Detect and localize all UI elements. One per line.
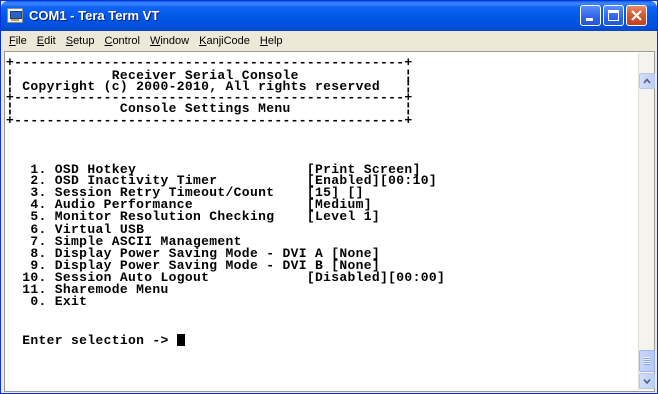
- menu-control[interactable]: Control: [99, 35, 144, 47]
- menu-setup[interactable]: Setup: [61, 35, 100, 47]
- menu-accelerator: E: [36, 35, 45, 47]
- terminal-cursor: [176, 334, 185, 346]
- chevron-up-icon: [643, 78, 651, 84]
- window-title: COM1 - Tera Term VT: [29, 8, 160, 23]
- menu-help[interactable]: Help: [255, 35, 288, 47]
- title-bar[interactable]: COM1 - Tera Term VT: [1, 1, 657, 31]
- terminal-screen[interactable]: +---------------------------------------…: [6, 53, 637, 390]
- tera-term-icon[interactable]: [7, 8, 23, 23]
- terminal-frame: +---------------------------------------…: [4, 51, 655, 392]
- menu-label-rest: ontrol: [112, 35, 140, 47]
- maximize-button[interactable]: [603, 5, 624, 26]
- terminal-line: Enter selection ->: [6, 334, 185, 347]
- menu-label-rest: indow: [160, 35, 190, 47]
- menu-bar: File Edit Setup Control Window KanjiCode Help: [4, 31, 655, 51]
- menu-file[interactable]: File: [4, 35, 32, 47]
- menu-kanjicode[interactable]: KanjiCode: [194, 35, 255, 47]
- menu-accelerator: S: [65, 35, 74, 47]
- menu-label-rest: anjiCode: [206, 35, 250, 47]
- terminal-line: 0. Exit: [6, 294, 88, 309]
- minimize-icon: [586, 18, 593, 21]
- close-icon: [631, 10, 642, 21]
- terminal-window: COM1 - Tera Term VT File Edit Setup Control…: [0, 0, 658, 394]
- menu-accelerator: H: [259, 35, 268, 47]
- scroll-up-button[interactable]: [639, 73, 655, 89]
- vertical-scrollbar[interactable]: [638, 53, 655, 390]
- terminal-line: +---------------------------------------…: [6, 113, 413, 128]
- menu-accelerator: W: [149, 35, 161, 47]
- scroll-thumb[interactable]: [639, 350, 655, 372]
- menu-window[interactable]: Window: [145, 35, 194, 47]
- menu-label-rest: ile: [15, 35, 27, 47]
- menu-edit[interactable]: Edit: [32, 35, 61, 47]
- close-button[interactable]: [626, 5, 647, 26]
- menu-label-rest: dit: [44, 35, 56, 47]
- menu-label-rest: etup: [73, 35, 95, 47]
- minimize-button[interactable]: [580, 5, 601, 26]
- menu-label-rest: elp: [267, 35, 283, 47]
- scroll-down-button[interactable]: [639, 373, 655, 389]
- chevron-down-icon: [643, 378, 651, 385]
- menu-accelerator: F: [9, 35, 16, 47]
- maximize-icon: [608, 10, 619, 21]
